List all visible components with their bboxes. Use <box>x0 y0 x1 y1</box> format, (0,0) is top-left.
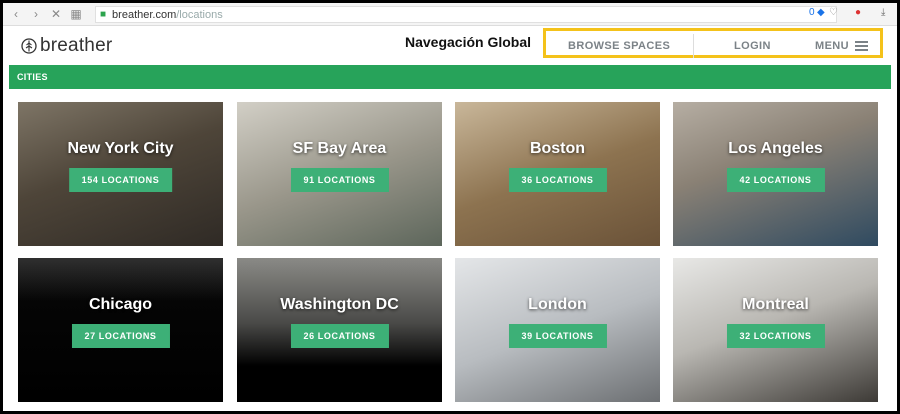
locations-button[interactable]: 26 LOCATIONS <box>290 324 389 348</box>
locations-button[interactable]: 39 LOCATIONS <box>508 324 607 348</box>
hamburger-icon[interactable] <box>855 41 868 53</box>
city-name: Montreal <box>742 296 809 313</box>
back-icon[interactable]: ‹ <box>9 7 23 21</box>
city-name: Washington DC <box>280 296 399 313</box>
locations-button[interactable]: 91 LOCATIONS <box>290 168 389 192</box>
logo-text: breather <box>40 35 113 56</box>
annotation-label: Navegación Global <box>405 34 532 50</box>
nav-divider <box>693 34 694 58</box>
url-domain: breather.com <box>112 8 177 21</box>
city-card-montreal[interactable]: Montreal 32 LOCATIONS <box>673 258 878 402</box>
lock-icon: ■ <box>100 9 107 20</box>
locations-button[interactable]: 27 LOCATIONS <box>71 324 170 348</box>
city-card-sf-bay-area[interactable]: SF Bay Area 91 LOCATIONS <box>237 102 442 246</box>
locations-button[interactable]: 36 LOCATIONS <box>508 168 607 192</box>
city-name: Chicago <box>88 296 153 313</box>
brand-logo[interactable]: breather <box>21 35 112 57</box>
extension-badge-count: 0 <box>809 7 815 18</box>
locations-button[interactable]: 42 LOCATIONS <box>726 168 825 192</box>
city-card-washington-dc[interactable]: Washington DC 26 LOCATIONS <box>237 258 442 402</box>
cities-bar: CITIES <box>9 65 891 89</box>
forward-icon[interactable]: › <box>29 7 43 21</box>
login-link[interactable]: LOGIN <box>734 40 771 52</box>
menu-link[interactable]: MENU <box>815 40 849 52</box>
apps-grid-icon[interactable]: ▦ <box>69 7 83 21</box>
browser-toolbar: ‹ › ✕ ▦ ■ breather.com/locations 0 ◆ ♡ ●… <box>3 3 897 26</box>
browse-spaces-link[interactable]: BROWSE SPACES <box>568 40 670 52</box>
city-card-new-york[interactable]: New York City 154 LOCATIONS <box>18 102 223 246</box>
address-bar[interactable]: ■ breather.com/locations <box>95 6 837 23</box>
city-name: Boston <box>529 140 586 157</box>
url-path: /locations <box>176 8 223 21</box>
city-name: Los Angeles <box>728 140 823 157</box>
city-card-chicago[interactable]: Chicago 27 LOCATIONS <box>18 258 223 402</box>
locations-button[interactable]: 154 LOCATIONS <box>68 168 173 192</box>
screenshot-frame: ‹ › ✕ ▦ ■ breather.com/locations 0 ◆ ♡ ●… <box>0 0 900 414</box>
download-icon[interactable]: ⤓ <box>881 7 885 18</box>
site-header: breather Navegación Global BROWSE SPACES… <box>3 26 891 64</box>
city-name: SF Bay Area <box>292 140 387 157</box>
city-card-london[interactable]: London 39 LOCATIONS <box>455 258 660 402</box>
leaf-icon <box>21 38 37 54</box>
city-name: New York City <box>67 140 174 157</box>
city-card-los-angeles[interactable]: Los Angeles 42 LOCATIONS <box>673 102 878 246</box>
shield-icon[interactable]: ◆ <box>817 7 825 18</box>
city-card-boston[interactable]: Boston 36 LOCATIONS <box>455 102 660 246</box>
close-icon[interactable]: ✕ <box>49 7 63 21</box>
cities-bar-label: CITIES <box>17 72 48 82</box>
locations-button[interactable]: 32 LOCATIONS <box>726 324 825 348</box>
heart-icon[interactable]: ♡ <box>829 7 838 18</box>
city-name: London <box>528 296 587 313</box>
extension-icon[interactable]: ● <box>855 7 861 18</box>
